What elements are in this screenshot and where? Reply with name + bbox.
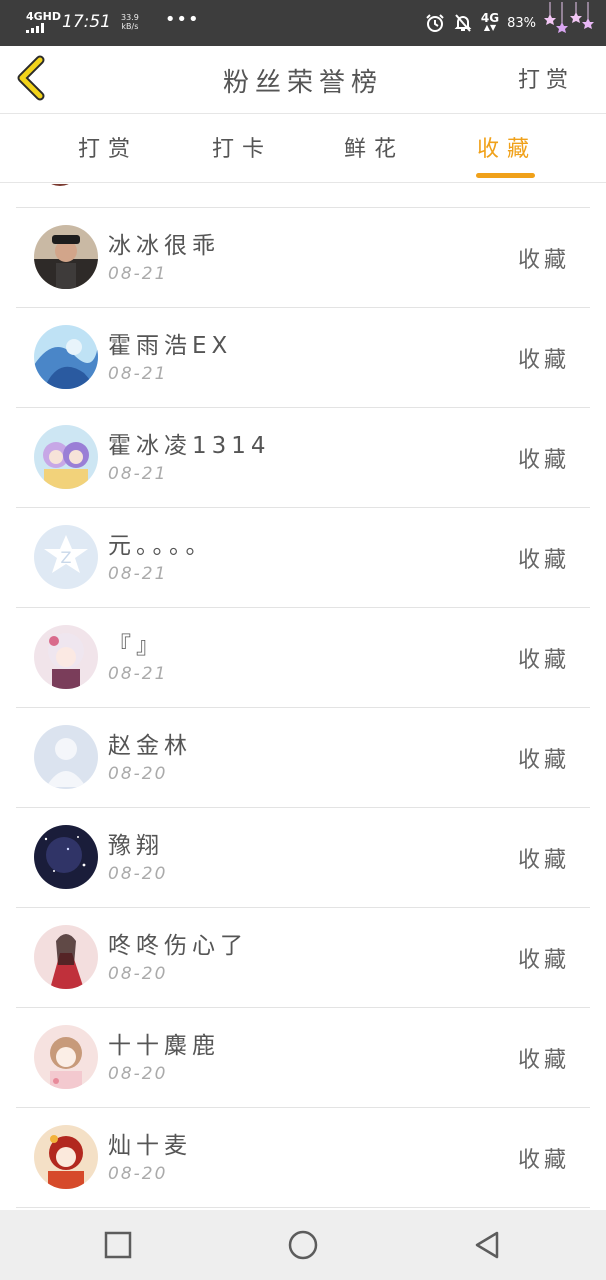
tab-checkin[interactable]: 打卡 <box>212 131 272 163</box>
fan-favorites-list: 冰冰很乖 08-21 收藏 霍雨浩EX 08-21 收藏 霍冰凌1314 08-… <box>16 184 590 1210</box>
list-item-partial <box>16 184 590 208</box>
top-app-bar: 粉丝荣誉榜 打赏 <box>0 46 606 114</box>
date-label: 08-21 <box>108 564 168 584</box>
date-label: 08-20 <box>108 964 168 984</box>
status-bar: 4GHD 17:51 33.9 kB/s ••• 4G ▲▼ 83% <box>0 0 606 46</box>
page-title: 粉丝荣誉榜 <box>222 68 383 98</box>
status-time: 17:51 <box>62 12 111 32</box>
list-item[interactable]: 赵金林 08-20 收藏 <box>16 708 590 808</box>
signal-bars-icon <box>26 23 44 33</box>
user-name: 元。。。。 <box>108 533 214 559</box>
list-item[interactable]: 霍冰凌1314 08-21 收藏 <box>16 408 590 508</box>
list-item[interactable]: 冰冰很乖 08-21 收藏 <box>16 208 590 308</box>
favorite-label: 收藏 <box>517 248 570 273</box>
date-label: 08-20 <box>108 1064 168 1084</box>
user-name: 冰冰很乖 <box>108 233 220 259</box>
avatar <box>34 625 98 689</box>
favorite-label: 收藏 <box>517 348 570 373</box>
favorite-label: 收藏 <box>517 448 570 473</box>
avatar <box>34 1025 98 1089</box>
battery-level: 83% <box>507 15 536 31</box>
alarm-icon <box>426 14 444 32</box>
speed-unit: kB/s <box>121 22 139 31</box>
tab-favorites[interactable]: 收藏 <box>477 131 537 163</box>
list-item[interactable]: 霍雨浩EX 08-21 收藏 <box>16 308 590 408</box>
user-name: 霍冰凌1314 <box>108 433 271 459</box>
date-label: 08-21 <box>108 264 168 284</box>
list-item[interactable]: 咚咚伤心了 08-20 收藏 <box>16 908 590 1008</box>
date-label: 08-21 <box>108 664 168 684</box>
avatar <box>34 225 98 289</box>
list-item[interactable]: 灿十麦 08-20 收藏 <box>16 1108 590 1208</box>
more-notifications-icon: ••• <box>164 8 200 30</box>
list-item[interactable]: 豫翔 08-20 收藏 <box>16 808 590 908</box>
avatar <box>34 925 98 989</box>
system-navigation-bar <box>0 1210 606 1280</box>
list-item[interactable]: Z 元。。。。 08-21 收藏 <box>16 508 590 608</box>
avatar <box>34 425 98 489</box>
speed-value: 33.9 <box>121 13 139 22</box>
mobile-data-indicator: 4G ▲▼ <box>481 12 499 33</box>
status-left: 4GHD 17:51 33.9 kB/s ••• <box>26 8 200 34</box>
favorite-label: 收藏 <box>517 1148 570 1173</box>
mute-notification-icon <box>454 14 472 32</box>
favorite-label: 收藏 <box>517 748 570 773</box>
star-decoration-icon <box>544 2 594 33</box>
user-name: 咚咚伤心了 <box>108 933 248 959</box>
circle-icon <box>288 1230 318 1260</box>
tab-bar: 打赏 打卡 鲜花 收藏 <box>0 115 606 183</box>
user-name: 霍雨浩EX <box>108 333 233 359</box>
svg-text:Z: Z <box>61 548 72 567</box>
date-label: 08-21 <box>108 464 168 484</box>
user-name: 豫翔 <box>108 833 164 859</box>
home-button[interactable] <box>288 1230 318 1260</box>
avatar <box>40 184 80 186</box>
list-item[interactable]: 十十麋鹿 08-20 收藏 <box>16 1008 590 1108</box>
date-label: 08-21 <box>108 364 168 384</box>
network-type: 4GHD <box>26 10 62 23</box>
date-label: 08-20 <box>108 764 168 784</box>
status-right: 4G ▲▼ 83% <box>425 12 536 34</box>
favorite-label: 收藏 <box>517 548 570 573</box>
user-name: 『』 <box>108 633 164 659</box>
square-icon <box>104 1231 132 1259</box>
active-tab-indicator <box>476 173 535 178</box>
favorite-label: 收藏 <box>517 1048 570 1073</box>
list-item[interactable]: 『』 08-21 收藏 <box>16 608 590 708</box>
signal-indicator: 4GHD <box>26 11 61 33</box>
back-arrow-icon <box>17 55 45 101</box>
avatar <box>34 725 98 789</box>
avatar <box>34 325 98 389</box>
avatar <box>34 1125 98 1189</box>
avatar: Z <box>34 525 98 589</box>
back-nav-button[interactable] <box>472 1230 502 1260</box>
network-speed: 33.9 kB/s <box>121 13 139 31</box>
tab-reward[interactable]: 打赏 <box>78 131 138 163</box>
reward-header-button[interactable]: 打赏 <box>518 62 574 94</box>
date-label: 08-20 <box>108 1164 168 1184</box>
favorite-label: 收藏 <box>517 848 570 873</box>
back-button[interactable] <box>14 54 50 102</box>
date-label: 08-20 <box>108 864 168 884</box>
user-name: 十十麋鹿 <box>108 1033 220 1059</box>
favorite-label: 收藏 <box>517 648 570 673</box>
tab-flowers[interactable]: 鲜花 <box>344 131 404 163</box>
triangle-back-icon <box>475 1231 499 1259</box>
user-name: 灿十麦 <box>108 1133 192 1159</box>
recent-apps-button[interactable] <box>103 1230 133 1260</box>
user-name: 赵金林 <box>108 733 192 759</box>
avatar <box>34 825 98 889</box>
favorite-label: 收藏 <box>517 948 570 973</box>
